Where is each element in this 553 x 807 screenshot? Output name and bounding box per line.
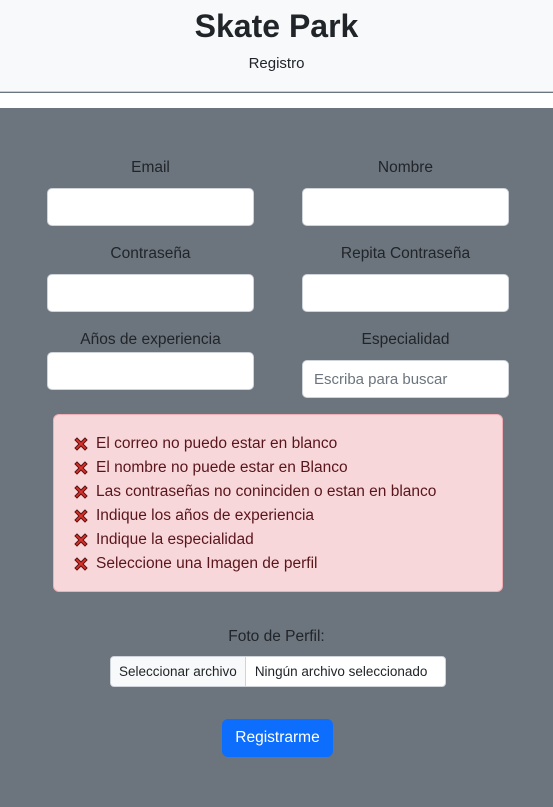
profile-photo-file-input[interactable]: Seleccionar archivo Ningún archivo selec… <box>110 656 446 687</box>
file-status-text: Ningún archivo seleccionado <box>254 664 428 679</box>
password-repeat-label: Repita Contraseña <box>340 245 471 262</box>
choose-file-button[interactable]: Seleccionar archivo <box>111 657 246 686</box>
error-text: Seleccione una Imagen de perfil <box>96 555 318 572</box>
error-item: El nombre no puede estar en Blanco <box>72 457 348 479</box>
foto-perfil-label: Foto de Perfil: <box>228 628 325 645</box>
nombre-label: Nombre <box>377 159 434 176</box>
password-repeat-field[interactable] <box>302 274 509 312</box>
error-item: Las contraseñas no coninciden o estan en… <box>72 481 436 503</box>
page-header: Skate Park Registro <box>0 0 553 92</box>
error-item: Seleccione una Imagen de perfil <box>72 553 317 575</box>
error-text: El correo no puedo estar en blanco <box>96 435 338 452</box>
password-label: Contraseña <box>110 245 191 262</box>
cross-mark-icon <box>74 485 88 499</box>
page-subtitle: Registro <box>248 55 305 72</box>
error-text: Las contraseñas no coninciden o estan en… <box>96 483 437 500</box>
error-item: Indique los años de experiencia <box>72 505 314 527</box>
header-divider <box>0 93 553 108</box>
error-text: Indique la especialidad <box>96 531 254 548</box>
cross-mark-icon <box>74 557 88 571</box>
cross-mark-icon <box>74 533 88 547</box>
cross-mark-icon <box>74 509 88 523</box>
especialidad-search-input[interactable] <box>302 360 509 398</box>
password-field[interactable] <box>47 274 254 312</box>
error-item: Indique la especialidad <box>72 529 254 551</box>
error-item: El correo no puedo estar en blanco <box>72 433 337 455</box>
cross-mark-icon <box>74 437 88 451</box>
email-label: Email <box>131 159 170 176</box>
error-text: Indique los años de experiencia <box>96 507 315 524</box>
site-title: Skate Park <box>194 8 359 44</box>
nombre-field[interactable] <box>302 188 509 226</box>
especialidad-label: Especialidad <box>361 331 450 348</box>
validation-errors-alert: El correo no puedo estar en blanco El no… <box>53 414 503 592</box>
register-button[interactable]: Registrarme <box>222 719 333 757</box>
experiencia-label: Años de experiencia <box>80 331 221 348</box>
experiencia-field[interactable] <box>47 352 254 390</box>
cross-mark-icon <box>74 461 88 475</box>
error-text: El nombre no puede estar en Blanco <box>96 459 348 476</box>
email-field[interactable] <box>47 188 254 226</box>
